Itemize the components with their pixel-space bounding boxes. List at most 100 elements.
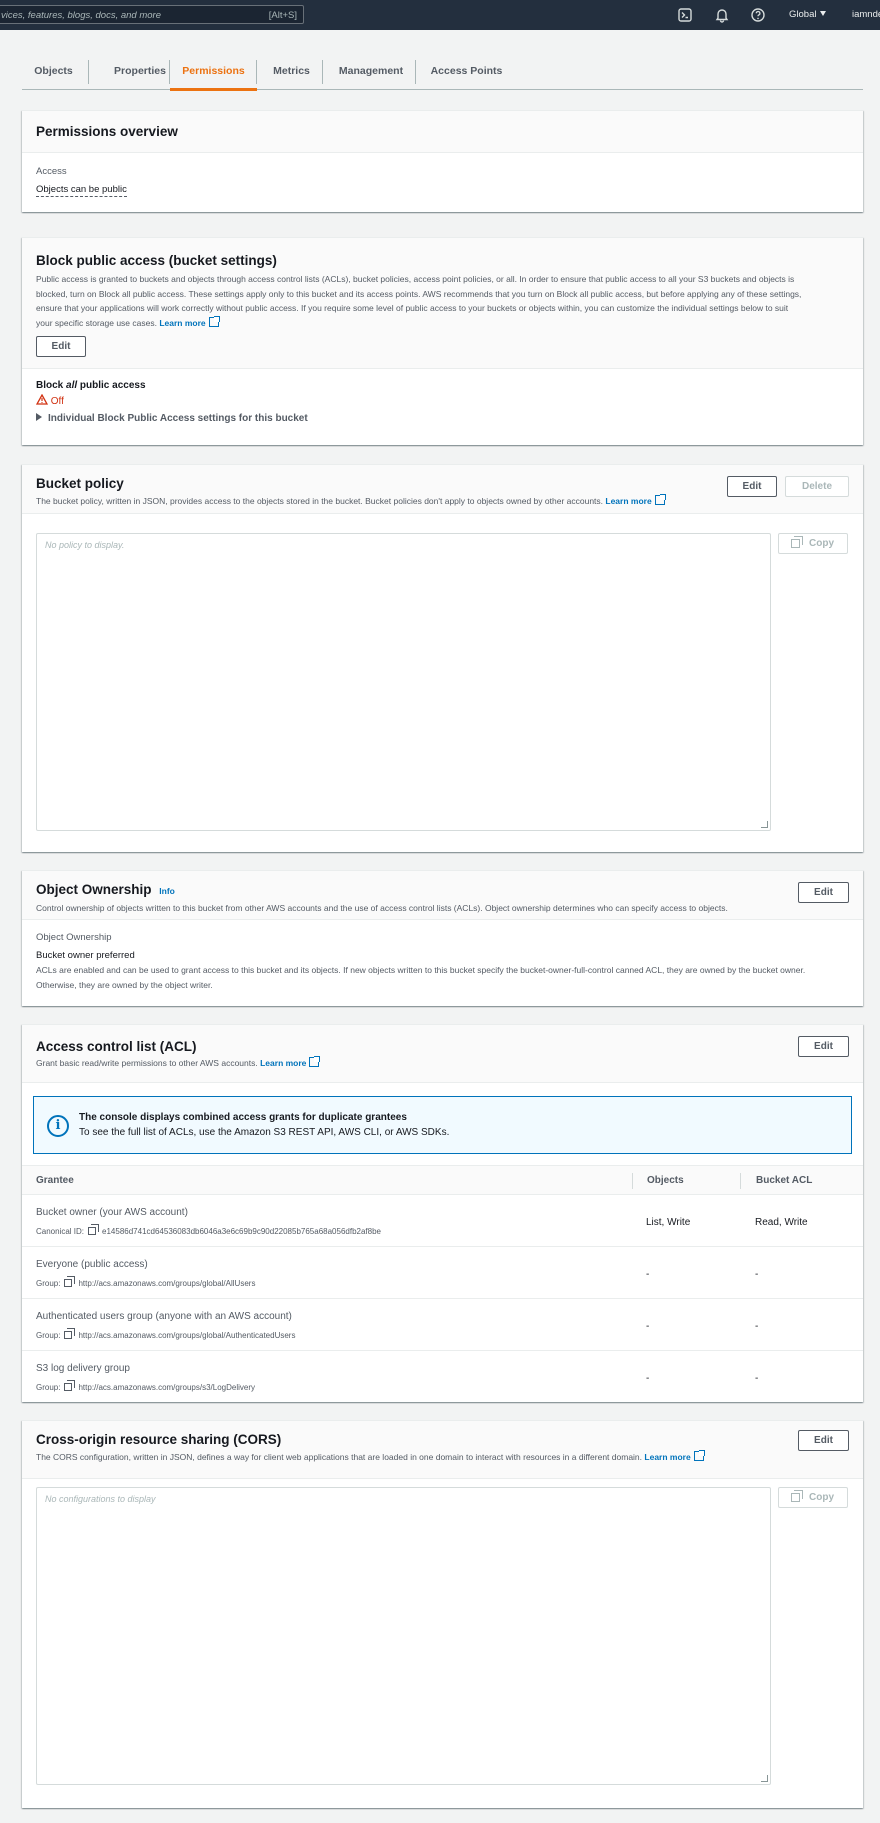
top-nav-bar: vices, features, blogs, docs, and more [… [0,0,880,30]
copy-label: Copy [809,538,834,549]
external-link-icon [693,1450,705,1461]
panel-header: Permissions overview [22,111,863,153]
objects-permission: - [646,1269,650,1280]
notifications-bell-icon[interactable] [714,7,730,23]
bucket-policy-panel: Bucket policy The bucket policy, written… [22,464,863,852]
block-public-access-panel: Block public access (bucket settings) Pu… [22,237,863,445]
description-line: blocked, turn on Block all public access… [36,288,802,299]
description-text: Grant basic read/write permissions to ot… [36,1058,258,1068]
id-label: Canonical ID: [36,1227,85,1236]
objects-permission: - [646,1373,650,1384]
tab-management[interactable]: Management [324,54,418,90]
search-input[interactable]: vices, features, blogs, docs, and more [… [0,5,304,24]
warning-icon [35,393,49,405]
panel-title: Access control list (ACL) [36,1039,197,1054]
cors-editor[interactable]: No configurations to display [36,1487,771,1785]
tab-divider [256,60,257,84]
ownership-value: Bucket owner preferred [36,950,135,961]
external-link-icon [208,315,220,327]
copy-icon [791,1490,803,1502]
permissions-overview-panel: Permissions overview Access Objects can … [22,110,863,212]
edit-button[interactable]: Edit [798,1430,849,1451]
edit-button[interactable]: Edit [727,476,777,497]
objects-permission: - [646,1321,650,1332]
column-header-objects: Objects [647,1175,684,1186]
cloudshell-icon[interactable] [677,7,693,23]
policy-editor[interactable]: No policy to display. [36,533,771,831]
expander-label: Individual Block Public Access settings … [48,413,308,424]
description-line: your specific storage use cases. [36,317,157,328]
panel-description: The bucket policy, written in JSON, prov… [36,494,666,509]
tab-objects[interactable]: Objects [22,54,85,90]
detail-line: ACLs are enabled and can be used to gran… [36,965,806,975]
region-selector[interactable]: Global [789,9,827,20]
external-link-icon [654,494,666,505]
acl-panel: Access control list (ACL) Grant basic re… [22,1024,863,1402]
account-menu[interactable]: iamnde [852,9,880,20]
region-label: Global [789,9,817,20]
caret-down-icon [820,11,827,16]
panel-description: Grant basic read/write permissions to ot… [36,1056,321,1071]
table-row: Authenticated users group (anyone with a… [22,1299,863,1351]
objects-permission: List, Write [646,1217,691,1228]
column-header-grantee: Grantee [36,1175,74,1186]
bucket-acl-permission: - [755,1373,759,1384]
acl-table-header: Grantee Objects Bucket ACL [22,1165,863,1195]
edit-button[interactable]: Edit [798,1036,849,1057]
access-label: Access [36,166,67,177]
tab-access-points[interactable]: Access Points [418,54,515,90]
block-all-label: Block all public access [36,380,146,391]
id-label: Group: [36,1279,61,1288]
id-label: Group: [36,1383,61,1392]
tab-divider [415,60,416,84]
info-alert: i The console displays combined access g… [33,1096,852,1154]
bucket-acl-permission: Read, Write [755,1217,808,1228]
panel-description: The CORS configuration, written in JSON,… [36,1450,705,1465]
copy-label: Copy [809,1492,834,1503]
table-row: Bucket owner (your AWS account) Canonica… [22,1195,863,1247]
panel-header: Access control list (ACL) Grant basic re… [22,1025,863,1083]
tab-permissions[interactable]: Permissions [170,54,257,91]
id-label: Group: [36,1331,61,1340]
help-icon[interactable] [750,7,766,23]
block-all-suffix: public access [77,380,146,391]
search-shortcut: [Alt+S] [268,10,297,21]
ownership-detail: ACLs are enabled and can be used to gran… [36,963,805,992]
id-value: e14586d741cd64536083db6046a3e6c69b9c90d2… [102,1227,381,1236]
copy-icon[interactable] [64,1328,76,1339]
copy-icon[interactable] [64,1276,76,1287]
tab-metrics[interactable]: Metrics [258,54,325,90]
panel-description: Control ownership of objects written to … [36,903,728,913]
object-ownership-panel: Object Ownership Info Control ownership … [22,870,863,1006]
info-link[interactable]: Info [159,886,175,896]
delete-button: Delete [785,476,849,497]
panel-title: Bucket policy [36,476,124,491]
grantee-name: Everyone (public access) [36,1259,148,1270]
bucket-acl-permission: - [755,1269,759,1280]
column-divider [740,1173,741,1189]
panel-header: Cross-origin resource sharing (CORS) The… [22,1421,863,1479]
copy-button: Copy [778,1487,848,1508]
alert-title: The console displays combined access gra… [79,1112,407,1123]
edit-button[interactable]: Edit [798,882,849,903]
learn-more-link[interactable]: Learn more [644,1452,690,1462]
copy-icon[interactable] [88,1224,100,1235]
copy-icon[interactable] [64,1380,76,1391]
resize-handle-icon[interactable] [761,1775,768,1782]
column-divider [632,1173,633,1189]
learn-more-link[interactable]: Learn more [605,496,651,506]
resize-handle-icon[interactable] [761,821,768,828]
status-indicator: Off [35,393,64,407]
access-value[interactable]: Objects can be public [36,184,127,197]
id-value: http://acs.amazonaws.com/groups/global/A… [78,1279,256,1288]
description-text: The CORS configuration, written in JSON,… [36,1452,643,1462]
table-row: Everyone (public access) Group: http://ac… [22,1247,863,1299]
edit-button[interactable]: Edit [36,336,86,357]
learn-more-link[interactable]: Learn more [159,318,205,328]
grantee-name: Bucket owner (your AWS account) [36,1207,188,1218]
panel-header: Bucket policy The bucket policy, written… [22,465,863,514]
learn-more-link[interactable]: Learn more [260,1058,306,1068]
individual-settings-expander[interactable]: Individual Block Public Access settings … [36,413,308,424]
detail-line: Otherwise, they are owned by the object … [36,979,213,990]
grantee-id: Group: http://acs.amazonaws.com/groups/s3… [36,1380,255,1392]
